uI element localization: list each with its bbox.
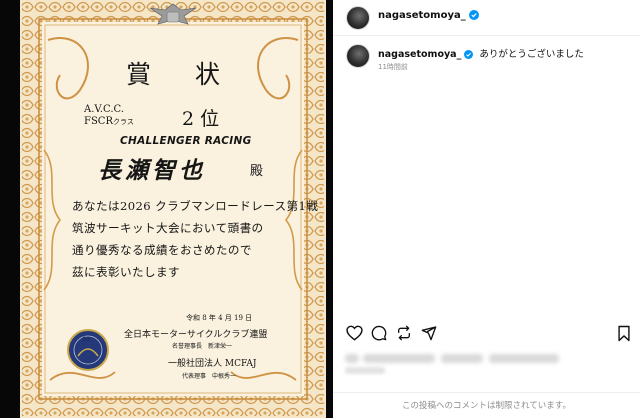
chair-signature: 名誉理事長 新津栄一 [172, 343, 233, 350]
comment-button[interactable] [368, 322, 390, 344]
caption: nagasetomoya_ ありがとうございました [378, 46, 584, 60]
honorific: 殿 [250, 164, 264, 179]
rank: 2 位 [182, 108, 220, 130]
comment-timestamp[interactable]: 11時間前 [378, 62, 408, 72]
like-button[interactable] [343, 322, 365, 344]
body-line: 茲に表彰いたします [72, 265, 180, 279]
repost-button[interactable] [393, 322, 415, 344]
class-name: FSCR [84, 116, 113, 127]
footer-divider [333, 392, 640, 393]
body-line: あなたは2026 クラブマンロードレース第1戦 [72, 199, 319, 213]
certificate: 賞 状 A.V.C.C. FSCRクラス 2 位 CHALLENGER RACI… [20, 0, 326, 418]
send-icon [421, 326, 437, 341]
avatar[interactable] [346, 6, 370, 30]
save-button[interactable] [613, 322, 635, 344]
team-name: CHALLENGER RACING [120, 135, 252, 147]
comment-text: ありがとうございました [479, 49, 584, 60]
post-image[interactable]: 賞 状 A.V.C.C. FSCRクラス 2 位 CHALLENGER RACI… [0, 0, 333, 418]
seal-number: 68 [82, 336, 91, 343]
class-suffix: クラス [112, 118, 134, 126]
recipient-name: 長瀬智也 [98, 158, 206, 184]
organization-abbr: A.V.C.C. [84, 104, 124, 115]
post-date-redacted [345, 367, 385, 374]
general-incorporated-name: 一般社団法人 MCFAJ [168, 359, 257, 369]
comment-username[interactable]: nagasetomoya_ [378, 49, 461, 60]
heart-icon [345, 325, 363, 341]
likes-summary-redacted [345, 352, 560, 364]
post-author[interactable]: nagasetomoya_ [378, 10, 479, 21]
username[interactable]: nagasetomoya_ [378, 10, 466, 21]
body-line: 筑波サーキット大会において頭書の [72, 221, 264, 235]
verified-badge-icon [468, 10, 479, 20]
verified-badge-icon [464, 50, 474, 59]
post-panel: nagasetomoya_ nagasetomoya_ ありがとうございました … [333, 0, 640, 418]
repost-icon [398, 325, 410, 341]
comment-icon [371, 325, 387, 341]
header-divider [333, 35, 640, 36]
class-label: FSCRクラス [84, 116, 134, 127]
comment-avatar[interactable] [346, 44, 370, 68]
action-bar [333, 322, 640, 348]
body-line: 通り優秀なる成績をおさめたので [72, 243, 252, 257]
share-button[interactable] [418, 322, 440, 344]
comments-restricted-note: この投稿へのコメントは制限されています。 [402, 401, 571, 411]
award-date: 令和 8 年 4 月 19 日 [186, 314, 253, 322]
representative-signature: 代表理事 中根秀一 [182, 373, 237, 380]
certificate-title: 賞 状 [126, 60, 238, 89]
bookmark-icon [618, 325, 630, 341]
federation-name: 全日本モーターサイクルクラブ連盟 [124, 330, 268, 340]
